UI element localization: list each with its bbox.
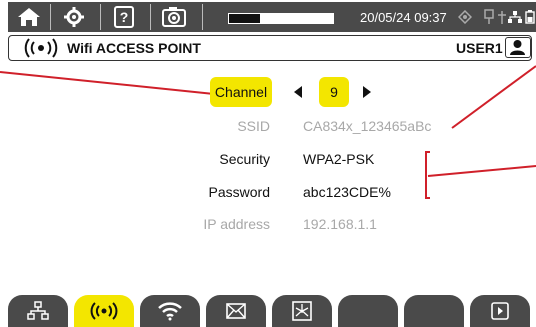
tab-wifi-access-point[interactable] (74, 295, 134, 327)
password-value[interactable]: abc123CDE% (303, 184, 391, 200)
password-label: Password (208, 184, 270, 200)
tab-next[interactable] (470, 295, 530, 327)
ssid-label: SSID (237, 118, 270, 134)
triangle-left-icon (294, 86, 302, 98)
network-diagram-icon (292, 301, 312, 321)
bottom-tab-bar (8, 295, 536, 327)
tab-wifi[interactable] (140, 295, 200, 327)
ssid-value: CA834x_123465aBc (303, 118, 432, 134)
security-value[interactable]: WPA2-PSK (303, 151, 374, 167)
tab-network-diagram[interactable] (272, 295, 332, 327)
device-screen: ? 20/05/24 09:37 Wifi ACCESS POINT USER1… (0, 0, 536, 327)
wifi-icon (158, 302, 182, 321)
triangle-right-icon (363, 86, 371, 98)
tab-email[interactable] (206, 295, 266, 327)
channel-button[interactable]: Channel (210, 77, 272, 107)
channel-value[interactable]: 9 (319, 77, 349, 107)
tab-empty-2 (404, 295, 464, 327)
play-next-icon (491, 302, 509, 320)
channel-decrement-button[interactable] (286, 80, 310, 104)
ethernet-network-icon (27, 301, 49, 320)
email-icon (226, 303, 246, 319)
tab-empty-1 (338, 295, 398, 327)
ip-address-label: IP address (203, 216, 270, 232)
tab-ethernet[interactable] (8, 295, 68, 327)
security-label: Security (219, 151, 270, 167)
channel-increment-button[interactable] (355, 80, 379, 104)
wifi-access-point-icon (90, 302, 118, 320)
ip-address-value: 192.168.1.1 (303, 216, 377, 232)
